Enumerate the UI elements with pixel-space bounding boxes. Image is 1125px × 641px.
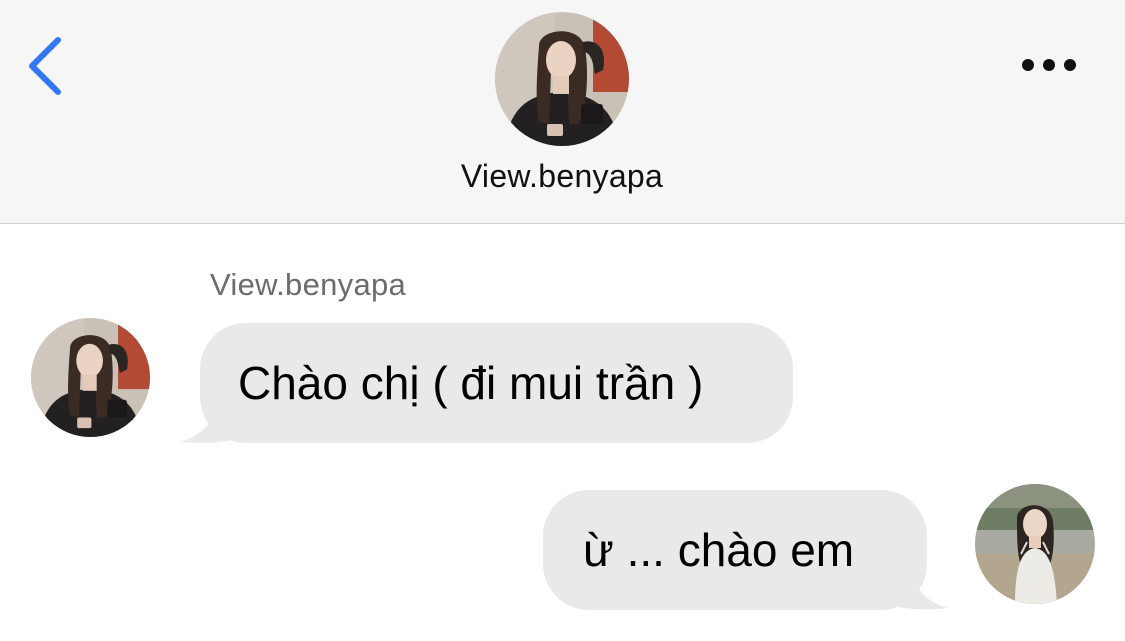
contact-name[interactable]: View.benyapa (362, 158, 762, 195)
message-text: Chào chị ( đi mui trần ) (238, 357, 704, 409)
outgoing-message-bubble[interactable]: ừ ... chào em (543, 490, 927, 610)
more-options-button[interactable] (1008, 40, 1088, 90)
contact-avatar-large[interactable] (495, 12, 629, 146)
contact-avatar[interactable] (31, 318, 150, 437)
self-avatar[interactable] (975, 484, 1095, 604)
ellipsis-icon (1022, 59, 1076, 71)
message-text: ừ ... chào em (583, 524, 855, 576)
sender-name-label: View.benyapa (210, 267, 407, 302)
chevron-left-icon (29, 37, 61, 95)
conversation-header: View.benyapa (0, 0, 1125, 224)
incoming-message-bubble[interactable]: Chào chị ( đi mui trần ) (200, 323, 793, 443)
back-button[interactable] (18, 30, 78, 100)
